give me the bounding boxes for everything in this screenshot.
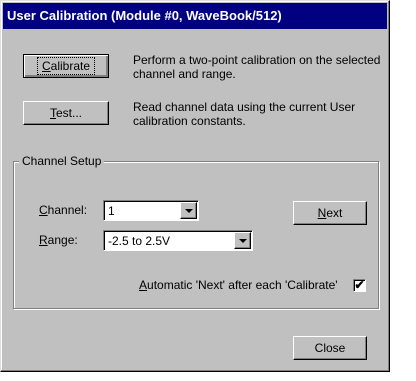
range-label: Range: [39, 233, 78, 247]
user-calibration-dialog: User Calibration (Module #0, WaveBook/51… [0, 0, 390, 372]
chevron-down-icon[interactable] [234, 232, 251, 249]
test-button-label: Test... [49, 106, 82, 120]
channel-setup-label: Channel Setup [19, 153, 105, 169]
channel-value: 1 [108, 204, 115, 218]
chevron-down-icon[interactable] [180, 202, 197, 219]
calibrate-button-label: Calibrate [36, 57, 96, 75]
next-button[interactable]: Next [293, 201, 367, 225]
test-button[interactable]: Test... [23, 101, 109, 125]
window-title: User Calibration (Module #0, WaveBook/51… [3, 3, 387, 29]
calibrate-button[interactable]: Calibrate [23, 54, 109, 78]
range-select[interactable]: -2.5 to 2.5V [103, 230, 253, 251]
checkbox-checked-icon[interactable]: ✔ [353, 279, 366, 292]
calibrate-description: Perform a two-point calibration on the s… [133, 53, 381, 81]
channel-select[interactable]: 1 [103, 200, 199, 221]
close-button[interactable]: Close [293, 336, 367, 360]
test-description: Read channel data using the current User… [133, 100, 356, 128]
auto-next-label: Automatic 'Next' after each 'Calibrate' [139, 278, 338, 292]
channel-label: Channel: [39, 203, 88, 217]
range-value: -2.5 to 2.5V [108, 234, 171, 248]
next-button-label: Next [317, 206, 343, 220]
